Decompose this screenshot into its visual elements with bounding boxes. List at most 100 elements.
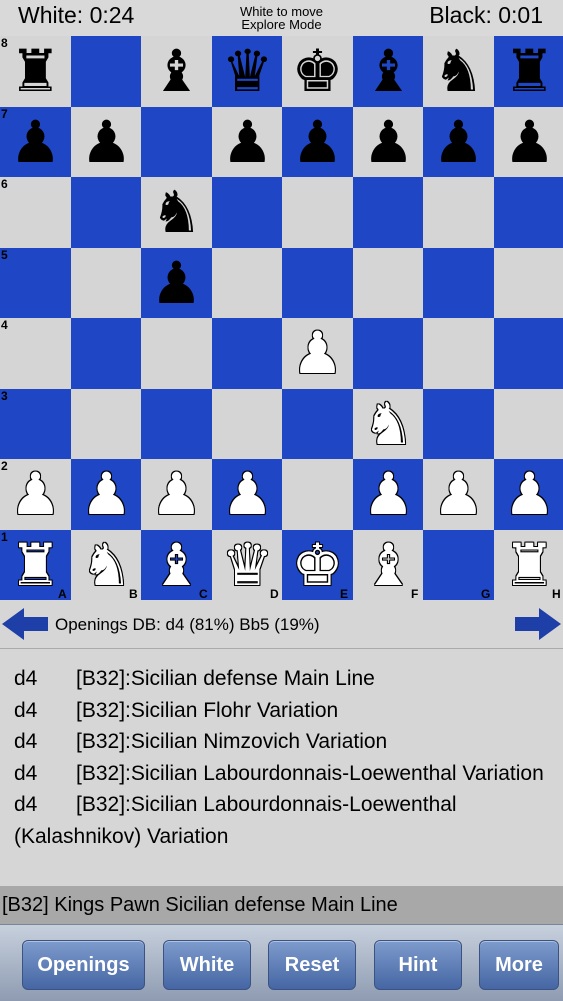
black-knight-icon[interactable]: ♞ [151, 183, 203, 241]
white-pawn-icon[interactable]: ♟ [81, 465, 133, 523]
square-e8[interactable]: ♚ [282, 36, 353, 107]
left-arrow-icon[interactable] [2, 608, 48, 640]
list-item[interactable]: d4 [B32]:Sicilian defense Main Line [0, 663, 563, 695]
black-pawn-icon[interactable]: ♟ [292, 113, 344, 171]
square-c4[interactable] [141, 318, 212, 389]
black-pawn-icon[interactable]: ♟ [504, 113, 556, 171]
white-knight-icon[interactable]: ♞ [363, 395, 415, 453]
black-king-icon[interactable]: ♚ [292, 42, 344, 100]
square-a5[interactable] [0, 248, 71, 319]
square-h6[interactable] [494, 177, 563, 248]
list-item[interactable]: d4 [B32]:Sicilian Labourdonnais-Loewentha… [0, 758, 563, 790]
white-pawn-icon[interactable]: ♟ [504, 465, 556, 523]
white-rook-icon[interactable]: ♜ [10, 536, 62, 594]
square-a2[interactable]: ♟ [0, 459, 71, 530]
square-d8[interactable]: ♛ [212, 36, 283, 107]
right-arrow-icon[interactable] [515, 608, 561, 640]
black-rook-icon[interactable]: ♜ [504, 42, 556, 100]
square-e3[interactable] [282, 389, 353, 460]
white-button[interactable]: White [163, 940, 251, 990]
square-e4[interactable]: ♟ [282, 318, 353, 389]
list-item[interactable]: d4 [B32]:Sicilian Flohr Variation [0, 695, 563, 727]
square-h8[interactable]: ♜ [494, 36, 563, 107]
square-f6[interactable] [353, 177, 424, 248]
white-pawn-icon[interactable]: ♟ [433, 465, 485, 523]
square-b8[interactable] [71, 36, 142, 107]
white-queen-icon[interactable]: ♛ [222, 536, 274, 594]
black-knight-icon[interactable]: ♞ [433, 42, 485, 100]
square-c2[interactable]: ♟ [141, 459, 212, 530]
white-rook-icon[interactable]: ♜ [504, 536, 556, 594]
white-knight-icon[interactable]: ♞ [81, 536, 133, 594]
square-a8[interactable]: ♜ [0, 36, 71, 107]
list-item[interactable]: d4 [B32]:Sicilian Labourdonnais-Loewentha… [0, 789, 563, 852]
white-pawn-icon[interactable]: ♟ [10, 465, 62, 523]
list-item[interactable]: d4 [B32]:Sicilian Nimzovich Variation [0, 726, 563, 758]
square-g8[interactable]: ♞ [423, 36, 494, 107]
square-b3[interactable] [71, 389, 142, 460]
square-g3[interactable] [423, 389, 494, 460]
white-pawn-icon[interactable]: ♟ [363, 465, 415, 523]
square-h3[interactable] [494, 389, 563, 460]
square-f5[interactable] [353, 248, 424, 319]
square-f3[interactable]: ♞ [353, 389, 424, 460]
black-pawn-icon[interactable]: ♟ [81, 113, 133, 171]
square-g7[interactable]: ♟ [423, 107, 494, 178]
black-queen-icon[interactable]: ♛ [222, 42, 274, 100]
square-b5[interactable] [71, 248, 142, 319]
black-bishop-icon[interactable]: ♝ [151, 42, 203, 100]
square-f7[interactable]: ♟ [353, 107, 424, 178]
square-a4[interactable] [0, 318, 71, 389]
square-e7[interactable]: ♟ [282, 107, 353, 178]
square-c8[interactable]: ♝ [141, 36, 212, 107]
square-b2[interactable]: ♟ [71, 459, 142, 530]
square-h4[interactable] [494, 318, 563, 389]
square-c7[interactable] [141, 107, 212, 178]
square-d2[interactable]: ♟ [212, 459, 283, 530]
square-b4[interactable] [71, 318, 142, 389]
square-a3[interactable] [0, 389, 71, 460]
square-d6[interactable] [212, 177, 283, 248]
square-g6[interactable] [423, 177, 494, 248]
reset-button[interactable]: Reset [268, 940, 356, 990]
square-e5[interactable] [282, 248, 353, 319]
white-bishop-icon[interactable]: ♝ [151, 536, 203, 594]
square-g5[interactable] [423, 248, 494, 319]
square-d4[interactable] [212, 318, 283, 389]
square-b6[interactable] [71, 177, 142, 248]
square-h5[interactable] [494, 248, 563, 319]
black-rook-icon[interactable]: ♜ [10, 42, 62, 100]
black-bishop-icon[interactable]: ♝ [363, 42, 415, 100]
square-c6[interactable]: ♞ [141, 177, 212, 248]
chess-board[interactable]: ♜ ♝ ♛ ♚ ♝ ♞ ♜ ♟ ♟ ♟ ♟ ♟ ♟ ♟ ♞ ♟ ♟ ♞ ♟ ♟ ♟ ♟ ♟ ♟ ♟ ♜ ♞ ♝ ♛ ♚ ♝ ♜ 8 7 6 5 4 3 2 1… [0, 36, 563, 601]
white-pawn-icon[interactable]: ♟ [151, 465, 203, 523]
square-d7[interactable]: ♟ [212, 107, 283, 178]
openings-button[interactable]: Openings [22, 940, 145, 990]
white-pawn-icon[interactable]: ♟ [292, 324, 344, 382]
black-pawn-icon[interactable]: ♟ [10, 113, 62, 171]
square-d5[interactable] [212, 248, 283, 319]
square-g4[interactable] [423, 318, 494, 389]
square-f4[interactable] [353, 318, 424, 389]
square-e6[interactable] [282, 177, 353, 248]
black-pawn-icon[interactable]: ♟ [363, 113, 415, 171]
black-pawn-icon[interactable]: ♟ [222, 113, 274, 171]
square-g2[interactable]: ♟ [423, 459, 494, 530]
white-king-icon[interactable]: ♚ [292, 536, 344, 594]
white-bishop-icon[interactable]: ♝ [363, 536, 415, 594]
black-pawn-icon[interactable]: ♟ [433, 113, 485, 171]
square-e2[interactable] [282, 459, 353, 530]
square-a6[interactable] [0, 177, 71, 248]
square-c3[interactable] [141, 389, 212, 460]
square-f2[interactable]: ♟ [353, 459, 424, 530]
square-b7[interactable]: ♟ [71, 107, 142, 178]
square-d3[interactable] [212, 389, 283, 460]
hint-button[interactable]: Hint [374, 940, 462, 990]
square-f8[interactable]: ♝ [353, 36, 424, 107]
square-c5[interactable]: ♟ [141, 248, 212, 319]
black-pawn-icon[interactable]: ♟ [151, 254, 203, 312]
square-h2[interactable]: ♟ [494, 459, 563, 530]
square-a7[interactable]: ♟ [0, 107, 71, 178]
square-h7[interactable]: ♟ [494, 107, 563, 178]
more-button[interactable]: More [479, 940, 559, 990]
